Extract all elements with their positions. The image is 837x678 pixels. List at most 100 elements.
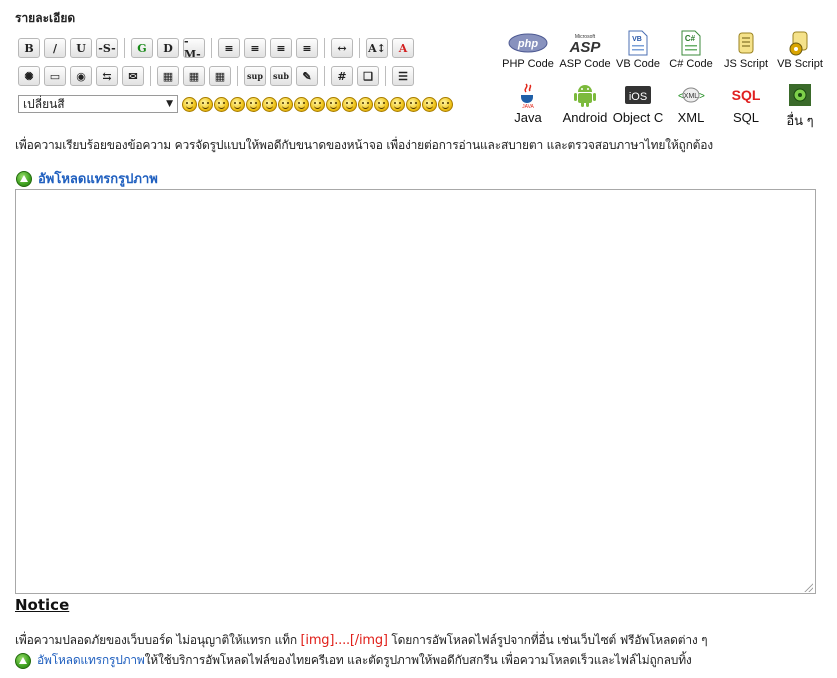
quote-button[interactable]: ❑	[357, 66, 379, 86]
superscript-button[interactable]: sup	[244, 66, 266, 86]
glow-button[interactable]: G	[131, 38, 153, 58]
svg-text:php: php	[517, 38, 538, 50]
underline-icon: U	[76, 41, 86, 55]
marquee-button[interactable]: -M-	[183, 38, 205, 58]
smiley-icon[interactable]	[294, 96, 309, 112]
email-icon: ✉	[128, 69, 138, 83]
image-icon: ▭	[49, 69, 61, 83]
code-button-vb[interactable]: VB VB Code	[608, 28, 668, 70]
subscript-icon: sub	[273, 71, 289, 81]
svg-text:ASP: ASP	[569, 39, 602, 56]
smiley-icon[interactable]	[326, 96, 341, 112]
code-button-js[interactable]: JS Script	[716, 28, 776, 70]
android-icon	[572, 80, 598, 110]
smiley-icon[interactable]	[422, 96, 437, 112]
smiley-icon[interactable]	[310, 96, 325, 112]
smiley-icon[interactable]	[262, 96, 277, 112]
toolbar-separator	[359, 38, 360, 58]
code-button-ios[interactable]: iOS Object C	[608, 80, 668, 125]
code-button-vbscript[interactable]: VB Script	[770, 28, 830, 70]
format-hint: เพื่อความเรียบร้อยของข้อความ ควรจัดรูปแบ…	[15, 138, 713, 152]
smiley-icon[interactable]	[438, 96, 453, 112]
color-select[interactable]: เปลี่ยนสี ▼	[18, 95, 178, 113]
flash-button[interactable]: ✺	[18, 66, 40, 86]
smiley-icon[interactable]	[230, 96, 245, 112]
upload-image-link[interactable]: อัพโหลดแทรกรูปภาพ	[16, 168, 158, 189]
table-row-icon: ▦	[188, 69, 200, 83]
smiley-icon[interactable]	[182, 96, 197, 112]
subscript-button[interactable]: sub	[270, 66, 292, 86]
php-icon: php	[508, 28, 548, 58]
email-button[interactable]: ✉	[122, 66, 144, 86]
hyperlink-button[interactable]: ◉	[70, 66, 92, 86]
detail-textarea[interactable]	[15, 189, 816, 594]
shadow-button[interactable]: D	[157, 38, 179, 58]
font-size-button[interactable]: A↕	[366, 38, 388, 58]
superscript-icon: sup	[247, 71, 263, 81]
smiley-icon[interactable]	[278, 96, 293, 112]
font-size-icon: A↕	[368, 41, 386, 55]
align-center-button[interactable]: ≡	[270, 38, 292, 58]
notice-line-2: อัพโหลดแทรกรูปภาพ ให้ใช้บริการอัพโหลดไฟล…	[15, 651, 692, 670]
code-button-label: Android	[562, 110, 608, 125]
notice-line-2-post: ให้ใช้บริการอัพโหลดไฟล์ของไทยครีเอท และต…	[144, 653, 692, 667]
resize-grip-icon[interactable]	[803, 582, 813, 592]
horizontal-rule-button[interactable]: ↔	[331, 38, 353, 58]
xml-icon: < XML >	[675, 80, 707, 110]
code-button-android[interactable]: Android	[555, 80, 615, 125]
ftp-button[interactable]: ⇆	[96, 66, 118, 86]
notice-line-1: เพื่อความปลอดภัยของเว็บบอร์ด ไม่อนุญาติใ…	[15, 631, 708, 650]
code-button-other[interactable]: อื่น ๆ	[770, 80, 830, 131]
code-button-label: อื่น ๆ	[786, 113, 814, 128]
align-justify-button[interactable]: ≡	[244, 38, 266, 58]
code-button-php[interactable]: php PHP Code	[498, 28, 558, 70]
list-button[interactable]: ☰	[392, 66, 414, 86]
table-row-button[interactable]: ▦	[183, 66, 205, 86]
code-icon: #	[337, 69, 347, 83]
smiley-icon[interactable]	[246, 96, 261, 112]
toolbar-separator	[324, 66, 325, 86]
toolbar-separator	[124, 38, 125, 58]
smiley-icon[interactable]	[214, 96, 229, 112]
font-color-button[interactable]: A	[392, 38, 414, 58]
quote-icon: ❑	[363, 69, 373, 83]
chevron-down-icon: ▼	[166, 99, 173, 109]
code-button-label: ASP Code	[559, 58, 611, 70]
code-button-java[interactable]: JAVA Java	[498, 80, 558, 125]
align-center-icon: ≡	[276, 41, 286, 55]
code-button-asp[interactable]: Microsoft ASP ASP Code	[555, 28, 615, 70]
smiley-icon[interactable]	[390, 96, 405, 112]
smiley-icon[interactable]	[342, 96, 357, 112]
smiley-icon[interactable]	[374, 96, 389, 112]
toolbar-row-3: เปลี่ยนสี ▼	[18, 95, 453, 113]
code-button-csharp[interactable]: C# C# Code	[661, 28, 721, 70]
notice-upload-link[interactable]: อัพโหลดแทรกรูปภาพ	[37, 651, 145, 670]
bold-icon: B	[24, 41, 34, 55]
svg-text:VB: VB	[632, 36, 642, 43]
table-cell-button[interactable]: ▦	[209, 66, 231, 86]
strikethrough-button[interactable]: -S-	[96, 38, 118, 58]
hyperlink-icon: ◉	[76, 69, 86, 83]
smiley-icon[interactable]	[358, 96, 373, 112]
ios-icon: iOS	[624, 80, 652, 110]
table-icon: ▦	[162, 69, 174, 83]
bold-button[interactable]: B	[18, 38, 40, 58]
image-button[interactable]: ▭	[44, 66, 66, 86]
align-right-button[interactable]: ≡	[296, 38, 318, 58]
table-button[interactable]: ▦	[157, 66, 179, 86]
underline-button[interactable]: U	[70, 38, 92, 58]
code-button-xml[interactable]: < XML > XML	[661, 80, 721, 125]
italic-button[interactable]: /	[44, 38, 66, 58]
smiley-icon[interactable]	[198, 96, 213, 112]
details-heading: รายละเอียด	[15, 11, 76, 25]
align-left-button[interactable]: ≡	[218, 38, 240, 58]
toolbar-row-2: ✺ ▭ ◉ ⇆ ✉ ▦ ▦ ▦ sup sub ✎ # ❑ ☰	[18, 66, 418, 86]
code-button-label: XML	[677, 110, 705, 125]
horizontal-rule-icon: ↔	[337, 41, 347, 55]
code-button-sql[interactable]: SQL SQL	[716, 80, 776, 125]
smiley-icon[interactable]	[406, 96, 421, 112]
code-button[interactable]: #	[331, 66, 353, 86]
code-button-label: VB Code	[615, 58, 661, 70]
upload-image-label: อัพโหลดแทรกรูปภาพ	[38, 172, 158, 187]
teletype-button[interactable]: ✎	[296, 66, 318, 86]
